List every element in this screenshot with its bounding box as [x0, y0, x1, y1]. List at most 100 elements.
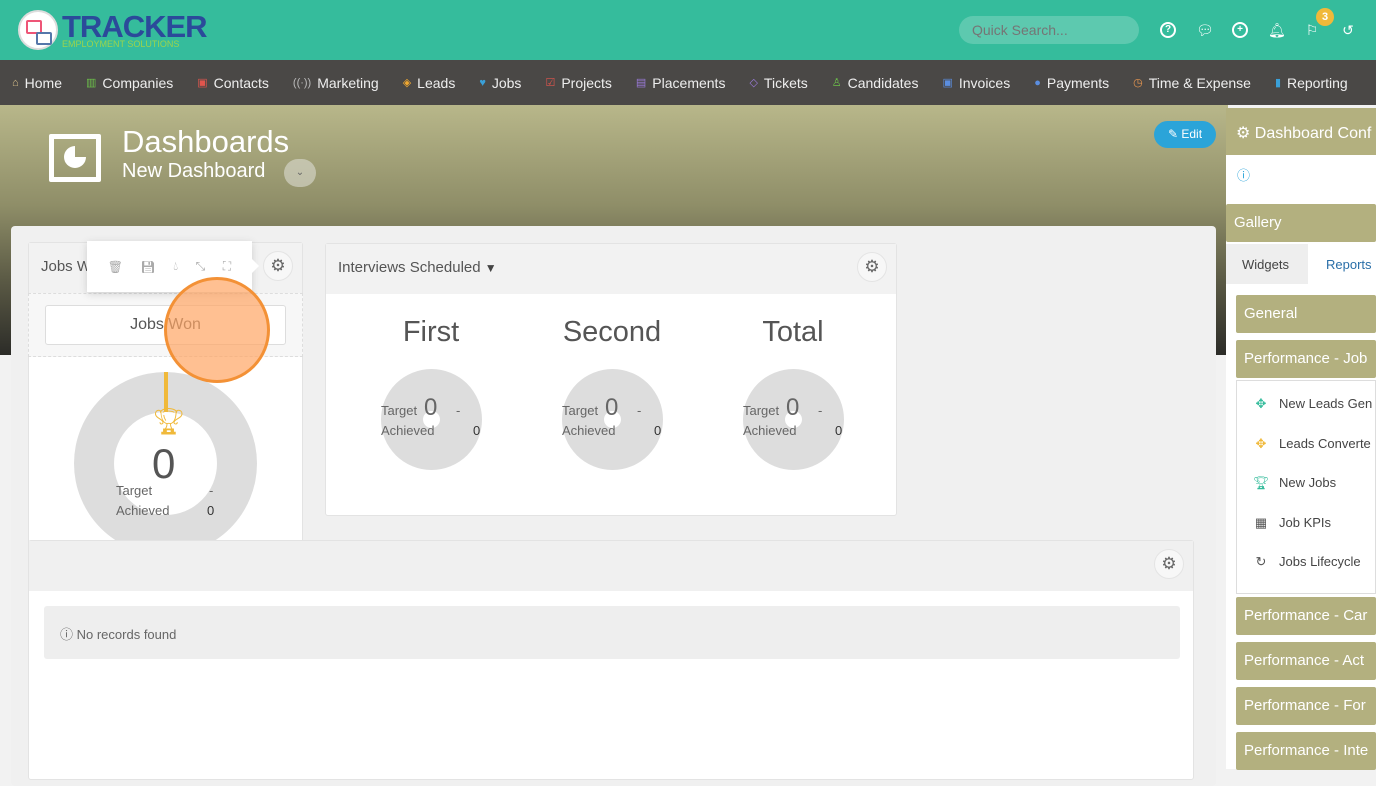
nav-item[interactable]: ◷ Time & Expense: [1133, 75, 1251, 91]
contact-icon: ▣: [197, 77, 208, 89]
widget-group-header[interactable]: Performance - Act: [1236, 642, 1376, 680]
nav-item[interactable]: ▣ Invoices: [942, 75, 1010, 91]
item-label: Job KPIs: [1279, 514, 1332, 530]
widget-settings-gear-icon[interactable]: ⚙: [857, 252, 887, 282]
widget-group-header[interactable]: General: [1236, 295, 1376, 333]
tab-reports[interactable]: Reports: [1326, 244, 1372, 285]
nav-item[interactable]: ▮ Reporting: [1275, 75, 1348, 91]
achieved-label: Achieved: [562, 423, 616, 438]
cycle-icon: ↻: [1255, 554, 1267, 569]
target-value: -: [456, 403, 461, 418]
gallery-header: Gallery: [1226, 204, 1376, 242]
widget-group-header[interactable]: Performance - For: [1236, 687, 1376, 725]
widget-title: Jobs W: [41, 258, 92, 275]
achieved-label: Achieved: [381, 423, 435, 438]
nav-item[interactable]: ◈ Leads: [403, 75, 456, 91]
briefcase-icon: ▤: [635, 77, 647, 89]
nav-label: Projects: [561, 74, 612, 91]
flag-icon[interactable]: ⚐: [1304, 22, 1320, 38]
group-label: Performance - Inte: [1244, 742, 1369, 759]
add-icon[interactable]: +: [1232, 22, 1248, 38]
help-icon[interactable]: ?: [1160, 22, 1176, 38]
expand-icon[interactable]: ⛶: [223, 259, 231, 274]
logo[interactable]: TRACKER EMPLOYMENT SOLUTIONS: [18, 9, 208, 50]
gallery-widget-item[interactable]: ↻ Jobs Lifecycle: [1251, 554, 1361, 570]
leads-converted-icon: ✥: [1255, 435, 1267, 451]
nav-label: Payments: [1046, 74, 1110, 91]
interview-value: 0: [424, 394, 438, 421]
item-label: New Leads Gen: [1279, 396, 1373, 411]
target-label: Target: [562, 403, 599, 418]
trophy-icon: 🏆︎: [152, 406, 186, 436]
gallery-widget-item[interactable]: ✥ Leads Converte: [1251, 436, 1371, 452]
panel-title: Dashboard Conf: [1254, 125, 1372, 142]
filter-icon[interactable]: ▼: [485, 261, 497, 275]
nav-label: Home: [24, 74, 63, 91]
achieved-label: Achieved: [743, 423, 797, 438]
gallery-widget-item[interactable]: ▦ Job KPIs: [1251, 515, 1331, 531]
brand-name: TRACKER: [62, 9, 208, 44]
click-indicator: [164, 277, 270, 383]
trophy-icon: ♥: [479, 76, 486, 89]
coins-icon: ●: [1034, 76, 1041, 89]
trophy-icon: 🏆︎: [1252, 475, 1270, 490]
nav-label: Time & Expense: [1148, 74, 1251, 91]
nav-item[interactable]: ☑ Projects: [545, 75, 611, 91]
widget-settings-gear-icon[interactable]: ⚙: [1154, 549, 1184, 579]
gallery-widget-item[interactable]: 🏆︎ New Jobs: [1251, 475, 1336, 491]
target-value: -: [209, 483, 214, 498]
achieved-value: 0: [207, 503, 215, 518]
widget-group-header[interactable]: Performance - Car: [1236, 597, 1376, 635]
column-heading: Second: [562, 316, 662, 348]
nav-item[interactable]: ◇ Tickets: [749, 75, 807, 91]
shrink-icon[interactable]: ⤡: [196, 259, 206, 274]
group-label: Performance - For: [1244, 697, 1366, 714]
save-icon[interactable]: 💾︎: [141, 260, 156, 274]
group-label: General: [1244, 305, 1298, 322]
edit-button[interactable]: ✎ Edit: [1154, 121, 1216, 148]
nav-item[interactable]: ⌂ Home: [12, 75, 62, 91]
widget-group-header[interactable]: Performance - Job: [1236, 340, 1376, 378]
tab-widgets[interactable]: Widgets: [1226, 244, 1308, 284]
interview-value: 0: [786, 394, 800, 421]
achieved-value: 0: [473, 423, 481, 438]
invoice-icon: ▣: [942, 77, 953, 89]
history-icon[interactable]: ↺: [1340, 22, 1356, 38]
nav-label: Tickets: [763, 74, 808, 91]
achieved-value: 0: [835, 423, 843, 438]
color-drop-icon[interactable]: 💧︎: [173, 259, 178, 274]
bar-chart-icon: ▮: [1274, 77, 1281, 89]
person-icon: ♙: [831, 77, 842, 89]
dashboard-dropdown-chevron-icon[interactable]: ⌄: [284, 159, 316, 187]
nav-item[interactable]: ♙ Candidates: [832, 75, 919, 91]
main-nav: ⌂ Home ▥ Companies ▣ Contacts ((·)) Marketing ◈ L…: [0, 60, 1376, 105]
group-label: Performance - Act: [1244, 652, 1365, 669]
nav-label: Leads: [417, 74, 456, 91]
nav-item[interactable]: ((·)) Marketing: [293, 75, 379, 91]
logo-emblem: [18, 10, 58, 50]
delete-icon[interactable]: 🗑︎: [108, 260, 123, 274]
group-label: Performance - Car: [1244, 607, 1368, 624]
chat-icon[interactable]: 💬︎: [1196, 22, 1214, 38]
nav-label: Candidates: [847, 74, 919, 91]
quick-search-input[interactable]: [959, 16, 1139, 44]
nav-item[interactable]: ▤ Placements: [636, 75, 726, 91]
column-heading: First: [402, 316, 460, 348]
table-icon: ▦: [1254, 514, 1268, 530]
nav-item[interactable]: ● Payments: [1034, 75, 1109, 91]
widget-settings-gear-icon[interactable]: ⚙: [263, 251, 293, 281]
target-label: Target: [116, 483, 153, 498]
nav-item[interactable]: ▣ Contacts: [197, 75, 269, 91]
help-icon[interactable]: ⓘ: [1237, 165, 1250, 184]
item-label: New Jobs: [1279, 475, 1337, 490]
nav-item[interactable]: ▥ Companies: [86, 75, 173, 91]
bell-icon[interactable]: 🔔︎: [1268, 22, 1286, 38]
gallery-widget-item[interactable]: ✥ New Leads Gen: [1251, 396, 1373, 412]
group-label: Performance - Job: [1244, 350, 1368, 367]
leads-icon: ✥: [1255, 396, 1267, 411]
widget-group-header[interactable]: Performance - Inte: [1236, 732, 1376, 770]
nav-label: Invoices: [958, 74, 1011, 91]
dashboard-pie-icon: [49, 134, 101, 182]
widget-title: Interviews Scheduled: [338, 259, 481, 276]
nav-item[interactable]: ♥ Jobs: [479, 75, 521, 91]
